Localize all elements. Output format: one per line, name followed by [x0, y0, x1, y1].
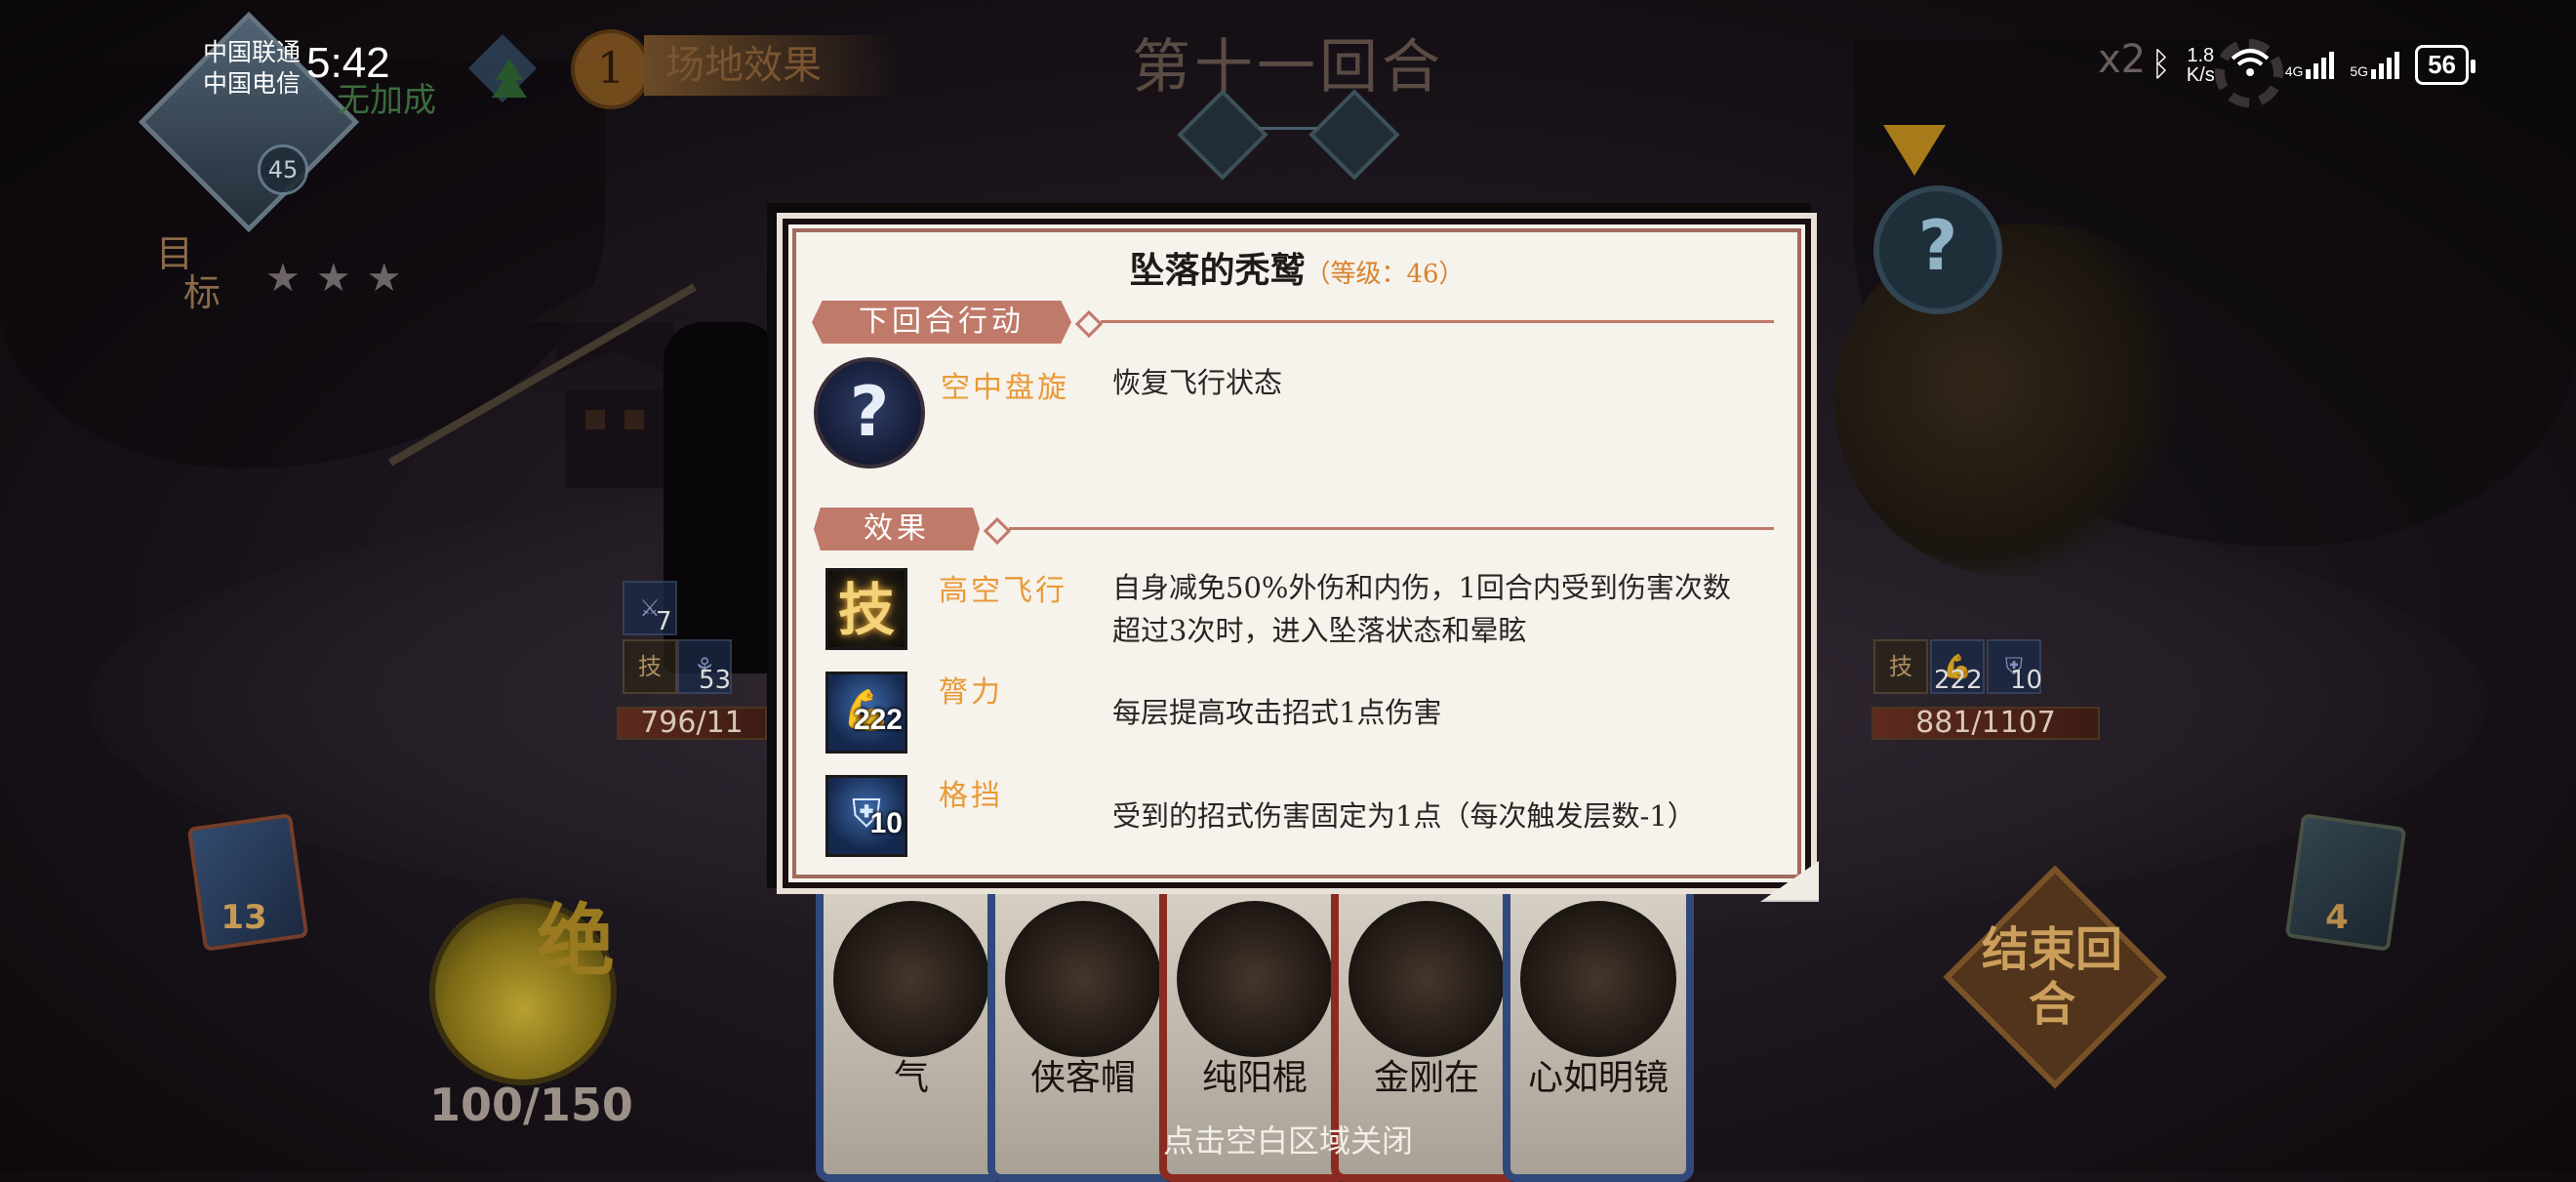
enemy-block-buff-count: 10 — [2010, 666, 2043, 695]
block-stack-count: 10 — [869, 807, 903, 839]
target-label: 目标 — [156, 232, 221, 314]
effect-desc: 受到的招式伤害固定为1点（每次触发层数-1） — [1112, 799, 1696, 833]
effect-name: 高空飞行 — [939, 574, 1067, 608]
enemy-skill-buff-icon[interactable]: 技 — [1873, 639, 1928, 694]
enemy-intent-marker[interactable]: ? — [1873, 185, 2002, 314]
signal-icon-2: 5G — [2350, 51, 2400, 79]
status-clock: 5:42 — [306, 39, 390, 87]
round-title: 第十一回合 — [1132, 33, 1444, 102]
energy-counter: 100/150 — [429, 1079, 633, 1131]
player-skill-buff-icon[interactable]: 技 — [623, 639, 677, 694]
player-buff-count: 7 — [656, 607, 672, 636]
effect-name: 膂力 — [939, 675, 1003, 710]
enemy-target-arrow-icon — [1883, 125, 1946, 176]
enemy-flex-buff-count: 222 — [1934, 666, 1983, 695]
battery-icon: 56 — [2415, 45, 2475, 85]
question-mark-icon: ? — [814, 357, 925, 469]
round-indicator-connector — [1259, 127, 1317, 130]
player-hp-bar: 796/11 — [617, 707, 767, 740]
enemy-level: （等级：46） — [1305, 260, 1465, 289]
player-buff-2-count: 53 — [699, 666, 732, 695]
ultimate-button[interactable]: 绝 — [537, 878, 615, 992]
discard-pile-count: 4 — [2325, 898, 2349, 937]
enemy-hp-bar: 881/1107 — [1872, 707, 2100, 740]
network-speed: 1.8 K/s — [2186, 44, 2215, 86]
target-stars: ★★★ — [265, 256, 418, 301]
bluetooth-icon: ᛒ — [2151, 46, 2171, 83]
enemy-name: 坠落的秃鹫 — [1129, 250, 1306, 291]
field-effect-count-badge[interactable]: 1 — [571, 29, 651, 109]
flex-stack-count: 222 — [853, 704, 903, 736]
hand-card[interactable]: 心如明镜 — [1503, 874, 1694, 1182]
player-level-badge: 45 — [258, 144, 308, 195]
effect-name: 格挡 — [939, 779, 1003, 813]
effect-desc: 自身减免50%外伤和内伤，1回合内受到伤害次数超过3次时，进入坠落状态和晕眩 — [1112, 571, 1731, 647]
next-action-name: 空中盘旋 — [941, 371, 1069, 405]
skill-icon: 技 — [825, 568, 907, 650]
block-icon: ⛨ 10 — [825, 775, 907, 857]
section-divider — [1101, 320, 1774, 323]
flex-icon: 💪 222 — [825, 672, 907, 754]
hand-card[interactable]: 气 — [816, 874, 1007, 1182]
enemy-info-dialog[interactable]: 坠落的秃鹫（等级：46） 下回合行动 ? 空中盘旋 恢复飞行状态 效果 技 高空… — [777, 213, 1819, 902]
close-hint: 点击空白区域关闭 — [1162, 1122, 1413, 1160]
tree-buff-icon — [459, 29, 546, 107]
enemy-name-title: 坠落的秃鹫（等级：46） — [783, 242, 1811, 293]
end-turn-label: 结束回合 — [1981, 922, 2122, 1032]
status-icons: ᛒ 1.8 K/s 4G 5G 56 — [2151, 44, 2475, 86]
signal-icon-1: 4G — [2285, 51, 2335, 79]
draw-pile-count: 13 — [221, 898, 267, 937]
section-divider — [1009, 527, 1774, 530]
effect-desc: 每层提高攻击招式1点伤害 — [1112, 696, 1442, 729]
effects-tab: 效果 — [814, 508, 980, 550]
carrier-labels: 中国联通 中国电信 — [203, 38, 302, 98]
field-effect-button[interactable]: 场地效果 — [644, 35, 900, 96]
next-action-desc: 恢复飞行状态 — [1112, 366, 1283, 399]
next-action-tab: 下回合行动 — [812, 301, 1071, 344]
wifi-icon — [2231, 47, 2270, 84]
